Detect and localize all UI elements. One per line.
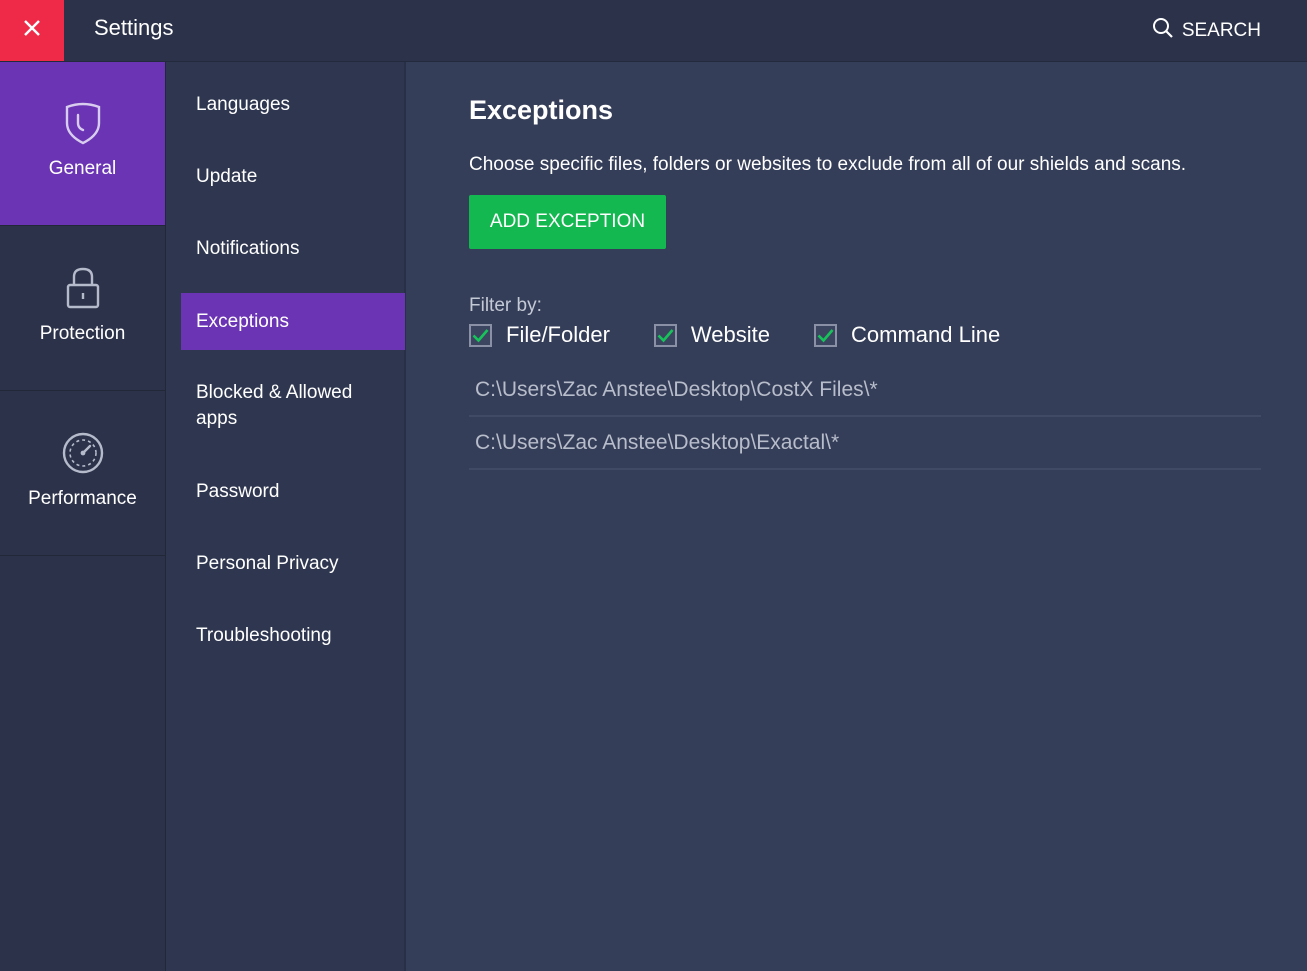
category-performance[interactable]: Performance bbox=[0, 392, 165, 556]
close-button[interactable] bbox=[0, 0, 64, 61]
category-performance-label: Performance bbox=[28, 488, 137, 509]
search-button[interactable]: SEARCH bbox=[1152, 17, 1261, 45]
submenu-item-troubleshooting[interactable]: Troubleshooting bbox=[181, 623, 405, 649]
website-label: Website bbox=[690, 322, 770, 347]
page-description: Choose specific files, folders or websit… bbox=[469, 154, 1187, 175]
page-title: Exceptions bbox=[469, 95, 614, 125]
title-bar: Settings SEARCH bbox=[0, 0, 1307, 62]
command-line-label: Command Line bbox=[851, 322, 1001, 347]
checkmark-icon bbox=[817, 328, 834, 342]
window-title: Settings bbox=[94, 15, 174, 40]
category-general[interactable]: General bbox=[0, 62, 165, 226]
add-exception-button[interactable]: ADD EXCEPTION bbox=[469, 195, 666, 249]
submenu-item-personal-privacy[interactable]: Personal Privacy bbox=[181, 551, 405, 577]
settings-window: Settings SEARCH General Protection Perfo… bbox=[0, 0, 1307, 971]
submenu-item-languages[interactable]: Languages bbox=[181, 92, 405, 118]
exception-row[interactable]: C:\Users\Zac Anstee\Desktop\CostX Files\… bbox=[469, 364, 1261, 417]
file-folder-label: File/Folder bbox=[506, 322, 610, 347]
category-protection-label: Protection bbox=[39, 323, 126, 344]
close-icon bbox=[22, 18, 42, 43]
filter-options: File/Folder Website Command Line bbox=[469, 322, 1044, 348]
general-submenu: Languages Update Notifications Exception… bbox=[166, 62, 406, 971]
speedometer-icon bbox=[61, 430, 105, 476]
submenu-item-notifications[interactable]: Notifications bbox=[181, 236, 405, 262]
exceptions-panel: Exceptions Choose specific files, folder… bbox=[406, 62, 1307, 971]
checkmark-icon bbox=[472, 328, 489, 342]
submenu-item-blocked-allowed-apps[interactable]: Blocked & Allowed apps bbox=[181, 380, 391, 432]
file-folder-checkbox[interactable] bbox=[469, 323, 492, 347]
exception-row[interactable]: C:\Users\Zac Anstee\Desktop\Exactal\* bbox=[469, 417, 1261, 470]
exceptions-list: C:\Users\Zac Anstee\Desktop\CostX Files\… bbox=[469, 364, 1261, 470]
category-general-label: General bbox=[48, 158, 117, 179]
submenu-item-exceptions-label: Exceptions bbox=[196, 310, 289, 332]
checkmark-icon bbox=[657, 328, 674, 342]
website-checkbox[interactable] bbox=[653, 323, 677, 347]
category-protection[interactable]: Protection bbox=[0, 227, 165, 391]
submenu-item-update[interactable]: Update bbox=[181, 164, 405, 190]
search-label: SEARCH bbox=[1181, 20, 1261, 41]
shield-icon bbox=[63, 100, 103, 146]
filter-command-line[interactable]: Command Line bbox=[814, 322, 1000, 348]
category-sidebar: General Protection Performance bbox=[0, 62, 166, 971]
filter-label: Filter by: bbox=[469, 295, 542, 316]
submenu-item-password[interactable]: Password bbox=[181, 479, 405, 505]
lock-icon bbox=[65, 265, 101, 311]
submenu-item-exceptions[interactable]: Exceptions bbox=[181, 293, 405, 350]
filter-website[interactable]: Website bbox=[653, 322, 770, 348]
command-line-checkbox[interactable] bbox=[814, 323, 837, 347]
search-icon bbox=[1152, 17, 1174, 45]
filter-file-folder[interactable]: File/Folder bbox=[469, 322, 610, 348]
